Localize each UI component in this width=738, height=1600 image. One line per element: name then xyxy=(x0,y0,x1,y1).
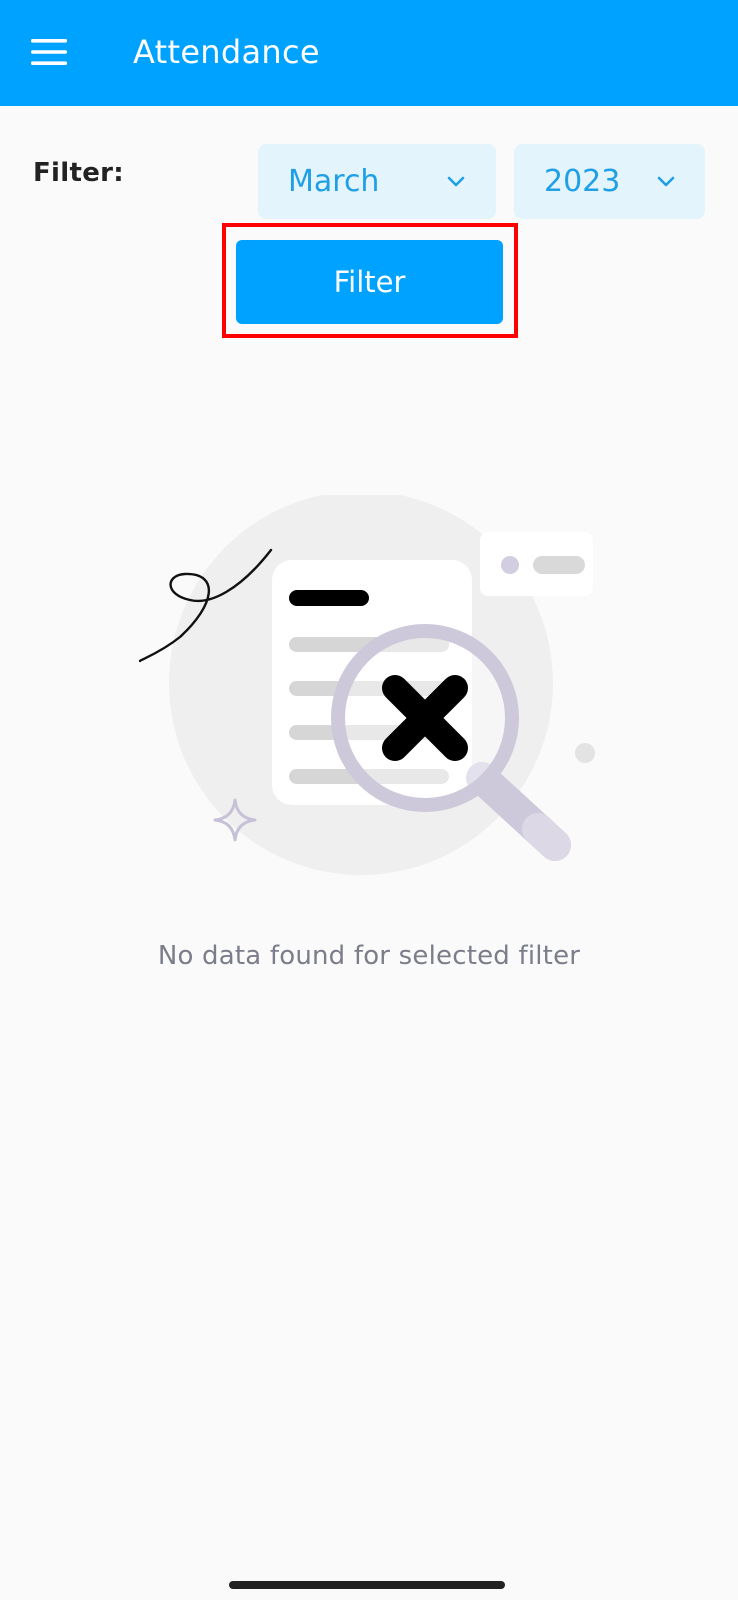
chevron-down-icon xyxy=(447,176,465,187)
chevron-down-icon xyxy=(657,176,675,187)
no-results-illustration xyxy=(138,495,595,875)
menu-button[interactable] xyxy=(20,23,78,81)
home-indicator[interactable] xyxy=(229,1581,505,1589)
page-title: Attendance xyxy=(133,33,320,71)
year-dropdown-value: 2023 xyxy=(544,164,621,199)
year-dropdown[interactable]: 2023 xyxy=(514,144,705,219)
app-bar: Attendance xyxy=(0,0,738,106)
month-dropdown-value: March xyxy=(288,164,380,199)
filter-button[interactable]: Filter xyxy=(236,240,503,324)
empty-state-message: No data found for selected filter xyxy=(157,941,581,971)
month-dropdown[interactable]: March xyxy=(258,144,496,219)
filter-label: Filter: xyxy=(33,158,124,188)
hamburger-menu-icon xyxy=(31,39,67,65)
